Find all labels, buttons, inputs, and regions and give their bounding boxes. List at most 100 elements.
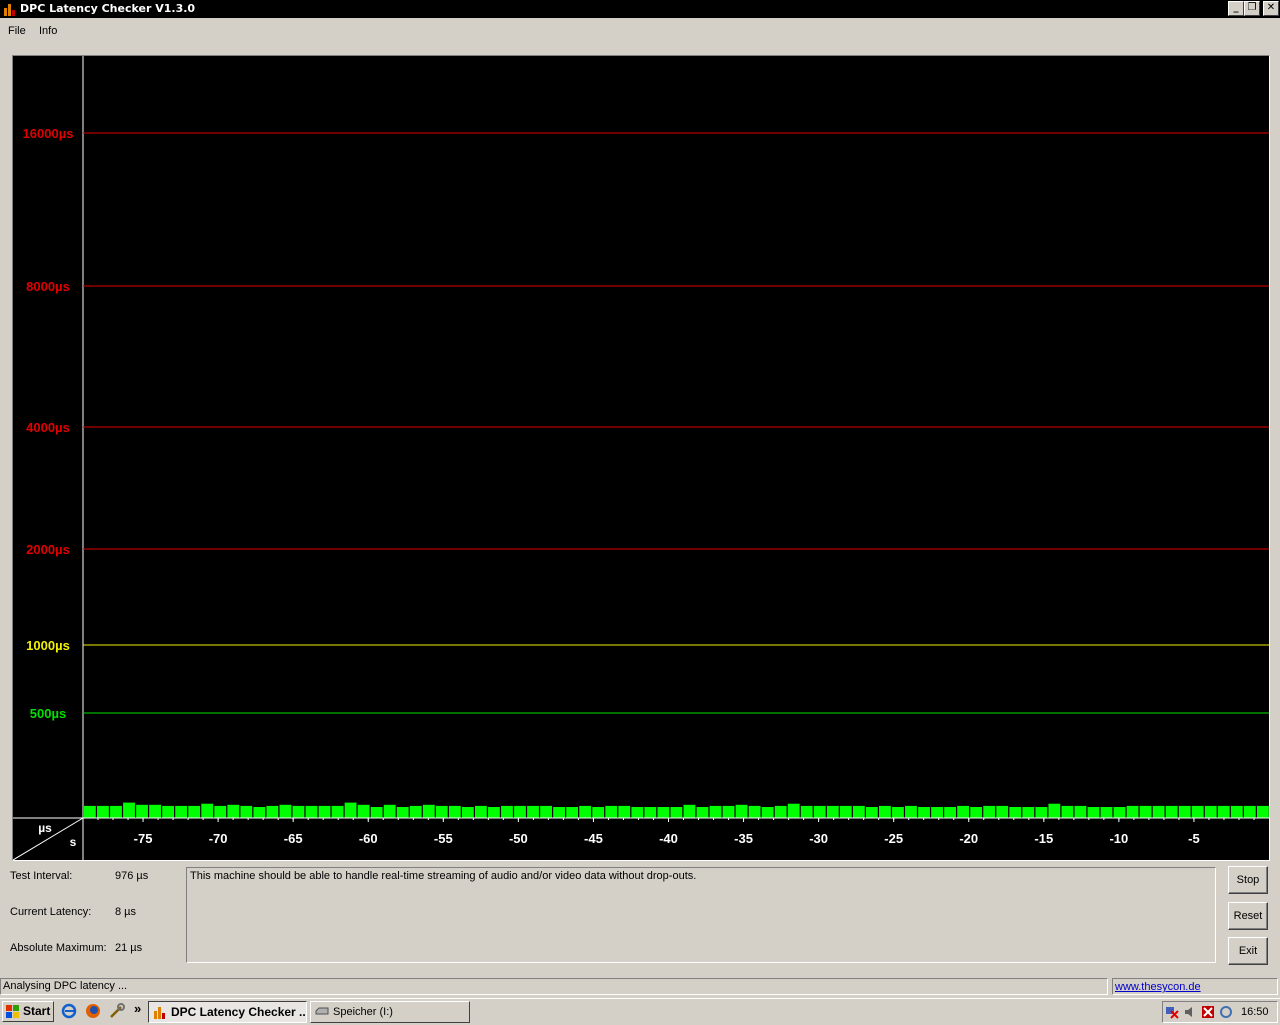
latency-bar: [1087, 807, 1100, 818]
latency-bar: [800, 805, 813, 818]
latency-bar: [957, 805, 970, 818]
latency-bar: [136, 804, 148, 818]
latency-chart-svg: 16000µs 8000µs 4000µs 2000µs 1000µs 500µs -75 -…: [13, 56, 1269, 860]
windows-logo-icon: [6, 1005, 19, 1018]
latency-bar: [696, 807, 709, 818]
latency-bar: [1243, 805, 1256, 818]
latency-bar: [149, 804, 161, 818]
latency-bar: [501, 805, 513, 818]
x-tick-label: -35: [734, 831, 753, 846]
latency-bar: [1100, 807, 1113, 818]
latency-bar: [983, 805, 996, 818]
x-tick-label: -30: [809, 831, 828, 846]
menu-bar: File Info: [0, 22, 1280, 40]
latency-bar: [1035, 807, 1048, 818]
thesycon-link[interactable]: www.thesycon.de: [1115, 981, 1201, 993]
minimize-button[interactable]: _: [1228, 1, 1244, 16]
app-icon: [154, 1007, 165, 1019]
app-icon: [4, 4, 15, 16]
x-tick-label: -55: [434, 831, 453, 846]
latency-bar: [592, 807, 605, 818]
latency-bar: [931, 807, 943, 818]
volume-icon[interactable]: [1183, 1005, 1197, 1019]
latency-bar: [240, 805, 253, 818]
task-label: DPC Latency Checker ...: [171, 1005, 307, 1019]
latency-bar: [448, 805, 461, 818]
latency-bar: [918, 807, 930, 818]
latency-bar: [748, 805, 761, 818]
latency-bar: [331, 805, 344, 818]
current-latency-value: 8 µs: [115, 906, 137, 918]
latency-bar: [162, 805, 175, 818]
alert-icon[interactable]: [1201, 1005, 1215, 1019]
window-title: DPC Latency Checker V1.3.0: [20, 2, 196, 15]
latency-bar: [97, 805, 109, 818]
absolute-maximum-label: Absolute Maximum:: [10, 942, 107, 954]
x-tick-label: -5: [1188, 831, 1200, 846]
task-dpc-latency-checker[interactable]: DPC Latency Checker ...: [148, 1001, 307, 1023]
latency-bar: [631, 807, 644, 818]
result-message: This machine should be able to handle re…: [190, 870, 697, 882]
task-label: Speicher (I:): [333, 1006, 393, 1018]
ie-icon[interactable]: [61, 1003, 77, 1019]
test-interval-label: Test Interval:: [10, 870, 73, 882]
y-level-label: 4000µs: [26, 420, 70, 435]
update-icon[interactable]: [1219, 1005, 1233, 1019]
latency-bar: [383, 804, 396, 818]
menu-info[interactable]: Info: [39, 25, 57, 37]
latency-bar: [214, 805, 227, 818]
firefox-icon[interactable]: [85, 1003, 101, 1019]
latency-bar: [761, 807, 774, 818]
latency-bar: [566, 807, 579, 818]
latency-bar: [110, 805, 122, 818]
latency-bar: [488, 807, 500, 818]
latency-bar: [357, 804, 370, 818]
task-speicher[interactable]: Speicher (I:): [310, 1001, 470, 1023]
latency-bar: [527, 805, 539, 818]
clock: 16:50: [1241, 1006, 1269, 1018]
latency-bar: [514, 805, 526, 818]
latency-bar: [605, 805, 618, 818]
latency-bar: [839, 805, 852, 818]
latency-bar: [1165, 805, 1178, 818]
exit-button[interactable]: Exit: [1228, 937, 1268, 965]
latency-chart: 16000µs 8000µs 4000µs 2000µs 1000µs 500µs -75 -…: [12, 55, 1270, 861]
network-disconnected-icon[interactable]: [1165, 1005, 1179, 1019]
window-title-bar[interactable]: DPC Latency Checker V1.3.0 _ ❐ ✕: [0, 0, 1280, 18]
quicklaunch-overflow-icon[interactable]: »: [134, 1001, 141, 1016]
latency-bar: [735, 804, 748, 818]
drive-icon: [315, 1007, 329, 1015]
latency-bar: [540, 805, 552, 818]
test-interval-value: 976 µs: [115, 870, 149, 882]
status-link-panel: www.thesycon.de: [1112, 978, 1278, 995]
latency-bar: [892, 807, 904, 818]
latency-bar: [84, 805, 96, 818]
start-button[interactable]: Start: [2, 1001, 54, 1022]
latency-bar: [1230, 805, 1243, 818]
latency-bar: [852, 805, 865, 818]
latency-bar: [644, 807, 657, 818]
latency-bar: [1126, 805, 1139, 818]
latency-bar: [292, 805, 305, 818]
stop-button[interactable]: Stop: [1228, 866, 1268, 894]
y-level-label: 16000µs: [23, 126, 74, 141]
latency-bar: [370, 807, 383, 818]
latency-bar: [1048, 803, 1061, 818]
x-tick-label: -45: [584, 831, 603, 846]
latency-bar: [865, 807, 878, 818]
latency-bar: [227, 804, 240, 818]
latency-bar: [305, 805, 318, 818]
latency-bar: [670, 807, 683, 818]
start-label: Start: [23, 1004, 51, 1018]
absolute-maximum-value: 21 µs: [115, 942, 143, 954]
tools-icon[interactable]: [109, 1003, 125, 1019]
x-tick-label: -10: [1109, 831, 1128, 846]
latency-bar: [709, 805, 722, 818]
close-button[interactable]: ✕: [1263, 1, 1279, 16]
menu-file[interactable]: File: [8, 25, 26, 37]
latency-bar: [1061, 805, 1074, 818]
latency-bar: [657, 807, 670, 818]
reset-button[interactable]: Reset: [1228, 902, 1268, 930]
restore-button[interactable]: ❐: [1244, 1, 1260, 16]
latency-bar: [774, 805, 787, 818]
